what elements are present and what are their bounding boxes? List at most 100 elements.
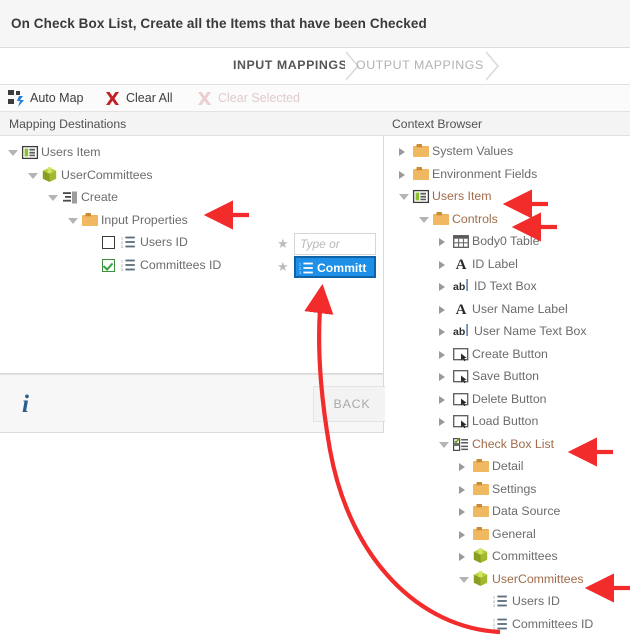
chevron-right-icon[interactable] <box>459 553 465 561</box>
chevron-right-icon[interactable] <box>439 260 445 269</box>
tree-row[interactable]: Create Button <box>385 344 630 366</box>
tree-row[interactable]: Body0 Table <box>385 231 630 253</box>
chevron-down-icon[interactable] <box>399 194 409 200</box>
item-icon <box>412 189 430 204</box>
tree-row-label: Detail <box>492 459 524 473</box>
tree-row-label: Create <box>81 190 118 204</box>
svg-text:3: 3 <box>121 268 123 272</box>
tree-row[interactable]: 1 2 3 Users ID <box>0 232 300 254</box>
svg-text:1: 1 <box>121 236 123 240</box>
svg-text:1: 1 <box>493 618 495 622</box>
chevron-right-icon[interactable] <box>459 485 465 494</box>
tab-chevron-icon <box>485 51 499 81</box>
chevron-right-icon[interactable] <box>439 373 445 381</box>
clear-all-label: Clear All <box>126 91 173 105</box>
button-icon <box>453 370 469 384</box>
tree-row[interactable]: ab ID Text Box <box>385 276 630 298</box>
svg-text:1: 1 <box>493 595 495 599</box>
tree-row-label: Environment Fields <box>432 166 538 181</box>
chevron-down-icon[interactable] <box>68 217 78 224</box>
chevron-right-icon[interactable] <box>459 508 465 516</box>
tab-input-mappings[interactable]: INPUT MAPPINGS <box>233 48 359 85</box>
tree-row[interactable]: ab User Name Text Box <box>385 321 630 343</box>
tree-row[interactable]: Save Button <box>385 366 630 388</box>
tree-row[interactable]: Create <box>0 187 300 209</box>
chevron-right-icon[interactable] <box>439 238 445 246</box>
tree-row-label: ID Label <box>472 256 518 271</box>
tab-output-mappings-label: OUTPUT MAPPINGS <box>356 58 484 72</box>
chevron-right-icon[interactable] <box>399 148 405 156</box>
mapping-destinations-panel[interactable]: Users Item UserCommittees Create Input Prop… <box>0 136 384 374</box>
tab-output-mappings[interactable]: OUTPUT MAPPINGS <box>356 48 499 85</box>
tree-row[interactable]: Input Properties <box>0 210 300 232</box>
tree-row[interactable]: Users Item <box>0 142 300 164</box>
mapping-value-selected[interactable]: 1 2 3 Committ <box>294 255 376 278</box>
tree-row-label: User Name Text Box <box>474 324 587 338</box>
checklist-icon <box>453 437 469 451</box>
cube-icon <box>42 166 57 183</box>
chevron-down-icon[interactable] <box>459 576 469 583</box>
chevron-right-icon[interactable] <box>459 530 465 539</box>
clear-selected-label: Clear Selected <box>218 91 300 105</box>
tree-row[interactable]: Committees <box>385 546 630 568</box>
tree-row-label: Save Button <box>472 369 539 383</box>
label-icon: A <box>453 256 469 273</box>
chevron-right-icon[interactable] <box>439 328 445 336</box>
chevron-down-icon[interactable] <box>8 150 18 156</box>
tree-row[interactable]: A User Name Label <box>385 299 630 321</box>
checkbox-unchecked[interactable] <box>102 236 115 249</box>
item-icon <box>21 145 39 160</box>
context-browser-panel[interactable]: System Values Environment Fields Users Ite… <box>385 136 630 644</box>
tree-row[interactable]: 1 2 3 Users ID <box>385 591 630 613</box>
tree-row[interactable]: Delete Button <box>385 389 630 411</box>
label-icon: A <box>453 301 469 318</box>
tree-row[interactable]: UserCommittees <box>385 569 630 591</box>
mapping-value-input[interactable]: Type or <box>294 233 376 255</box>
tree-row[interactable]: 1 2 3 Committees ID <box>0 255 300 277</box>
tree-row[interactable]: Environment Fields <box>385 164 630 186</box>
tree-row[interactable]: General <box>385 524 630 546</box>
chevron-right-icon[interactable] <box>439 305 445 314</box>
tree-row[interactable]: System Values <box>385 141 630 163</box>
button-icon <box>453 392 469 406</box>
chevron-down-icon[interactable] <box>419 216 429 223</box>
tree-row-label: Delete Button <box>472 391 547 406</box>
context-browser-header: Context Browser <box>392 117 483 131</box>
checkbox-checked[interactable] <box>102 258 115 272</box>
chevron-down-icon[interactable] <box>28 172 38 179</box>
tree-row[interactable]: Data Source <box>385 501 630 523</box>
tree-row[interactable]: Load Button <box>385 411 630 433</box>
tree-row[interactable]: Check Box List <box>385 434 630 456</box>
chevron-right-icon[interactable] <box>439 350 445 359</box>
tree-row-label: System Values <box>432 144 514 158</box>
tree-row-label: Body0 Table <box>472 234 540 248</box>
svg-text:3: 3 <box>493 604 495 608</box>
chevron-right-icon[interactable] <box>459 463 465 471</box>
required-star-icon: ★ <box>277 258 289 274</box>
tree-row[interactable]: Settings <box>385 479 630 501</box>
chevron-right-icon[interactable] <box>439 418 445 426</box>
footer-filler <box>0 433 384 644</box>
chevron-down-icon[interactable] <box>439 441 449 448</box>
chevron-right-icon[interactable] <box>439 283 445 291</box>
folder-icon <box>473 526 489 540</box>
tree-row[interactable]: A ID Label <box>385 254 630 276</box>
tree-row-label: UserCommittees <box>61 167 153 182</box>
svg-text:2: 2 <box>493 622 495 626</box>
tree-row[interactable]: Detail <box>385 456 630 478</box>
chevron-down-icon[interactable] <box>48 195 58 201</box>
back-button[interactable]: BACK <box>313 386 391 422</box>
tree-row[interactable]: 1 2 3 Committees ID <box>385 614 630 636</box>
svg-text:2: 2 <box>121 241 123 245</box>
chevron-right-icon[interactable] <box>399 170 405 179</box>
cube-icon <box>473 570 488 587</box>
tree-row[interactable]: Controls <box>385 209 630 231</box>
info-icon[interactable]: i <box>22 391 29 419</box>
tree-row-label: ID Text Box <box>474 279 537 293</box>
tree-row[interactable]: Users Item <box>385 186 630 208</box>
chevron-right-icon[interactable] <box>439 395 445 404</box>
svg-text:ab: ab <box>453 326 465 338</box>
tree-row[interactable]: UserCommittees <box>0 165 300 187</box>
svg-text:1: 1 <box>299 262 301 266</box>
dialog-footer: i BACK <box>0 374 391 433</box>
